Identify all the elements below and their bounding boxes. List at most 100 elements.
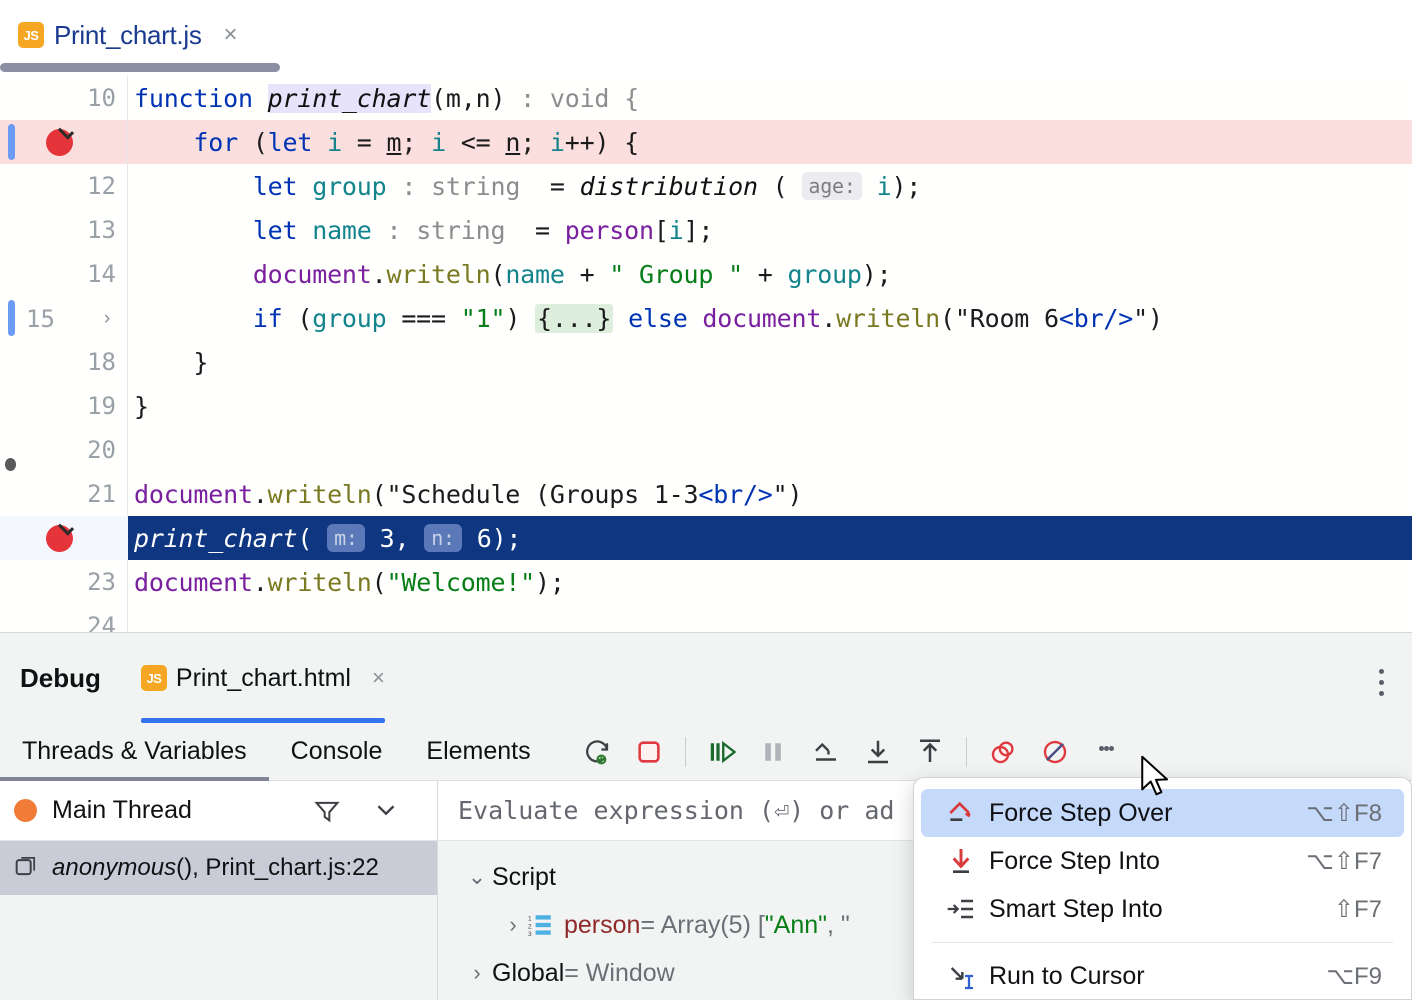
editor-tab-print-chart-js[interactable]: JS Print_chart.js × — [18, 0, 238, 70]
folded-block[interactable]: {...} — [535, 304, 613, 333]
pause-program-icon[interactable] — [748, 726, 800, 778]
sp — [297, 172, 312, 201]
dot: . — [372, 260, 387, 289]
gutter-19[interactable]: 19 — [0, 384, 128, 428]
chevron-right-icon[interactable]: › — [462, 960, 492, 986]
gutter-14[interactable]: 14 — [0, 252, 128, 296]
token-semi: ; — [401, 128, 431, 157]
code-line-20[interactable]: 20 — [0, 428, 1412, 472]
mute-breakpoints-icon[interactable] — [977, 726, 1029, 778]
thread-status-icon — [14, 799, 37, 822]
op: ( — [372, 568, 387, 597]
code-line-23[interactable]: 23 document.writeln("Welcome!"); — [0, 560, 1412, 604]
code-line-24[interactable]: 24 — [0, 604, 1412, 632]
token-string-one: "1" — [461, 304, 506, 333]
gutter-23[interactable]: 23 — [0, 560, 128, 604]
tab-threads-variables[interactable]: Threads & Variables — [0, 723, 269, 780]
cp: ); — [862, 260, 892, 289]
filter-icon[interactable] — [313, 797, 341, 830]
chevron-down-icon[interactable] — [371, 795, 401, 830]
frame-icon — [12, 852, 40, 885]
token-close-brace: } — [134, 392, 149, 421]
breakpoint-verified-icon[interactable] — [46, 129, 73, 156]
code-line-11[interactable]: for (let i = m; i <= n; i++) { — [0, 120, 1412, 164]
step-out-icon[interactable] — [904, 726, 956, 778]
gutter-20[interactable]: 20 — [0, 428, 128, 472]
token-let-keyword: let — [253, 216, 298, 245]
token-indent — [134, 260, 253, 289]
token-indent — [134, 172, 253, 201]
gutter-21[interactable]: 21 — [0, 472, 128, 516]
token-paren: ( — [238, 128, 268, 157]
code-line-12[interactable]: 12 let group : string = distribution ( a… — [0, 164, 1412, 208]
breakpoint-verified-icon[interactable] — [46, 525, 73, 552]
code-line-21[interactable]: 21 document.writeln("Schedule (Groups 1-… — [0, 472, 1412, 516]
menu-item-force-step-into[interactable]: Force Step Into ⌥⇧F7 — [921, 837, 1404, 885]
resume-program-icon[interactable] — [696, 726, 748, 778]
gutter-separator — [127, 428, 128, 472]
op: ( — [372, 480, 387, 509]
token-type-string: string — [431, 172, 520, 201]
token-string-room: "Room 6 — [955, 304, 1059, 333]
stop-icon[interactable] — [623, 726, 675, 778]
view-breakpoints-icon[interactable] — [1029, 726, 1081, 778]
gutter-24[interactable]: 24 — [0, 604, 128, 632]
token-return-type: : void { — [505, 84, 639, 113]
debug-session-tab[interactable]: JS Print_chart.html × — [141, 633, 385, 723]
code-line-13[interactable]: 13 let name : string = person[i]; — [0, 208, 1412, 252]
toolbar-separator — [966, 737, 967, 767]
chevron-down-icon[interactable]: ⌄ — [462, 864, 492, 890]
gutter-15[interactable]: 15 › — [0, 296, 128, 340]
code-line-10[interactable]: 10 function print_chart(m,n) : void { — [0, 76, 1412, 120]
tab-elements[interactable]: Elements — [404, 723, 552, 780]
force-step-into-icon — [945, 845, 989, 877]
more-options-button[interactable] — [1081, 726, 1133, 778]
variable-value-prefix: = Array(5) [ — [640, 911, 764, 940]
token-colon: : — [387, 172, 432, 201]
code-text-13: let name : string = person[i]; — [128, 208, 1412, 252]
line-number: 18 — [87, 348, 116, 376]
js-file-icon: JS — [141, 665, 167, 691]
thread-selector[interactable]: Main Thread — [0, 781, 437, 841]
fold-expand-icon[interactable]: › — [104, 308, 110, 330]
code-editor[interactable]: 10 function print_chart(m,n) : void { fo… — [0, 76, 1412, 632]
close-icon[interactable]: × — [224, 23, 238, 47]
variable-value-tail: , " — [827, 911, 850, 940]
chevron-right-icon[interactable]: › — [498, 912, 528, 938]
code-line-14[interactable]: 14 document.writeln(name + " Group " + g… — [0, 252, 1412, 296]
step-over-icon[interactable] — [800, 726, 852, 778]
token-function-name: print_chart — [268, 84, 431, 113]
rerun-debug-icon[interactable] — [571, 726, 623, 778]
token-print-chart-call: print_chart — [134, 524, 297, 553]
token-let-keyword: let — [253, 172, 298, 201]
token-colon: : — [372, 216, 417, 245]
code-text-23: document.writeln("Welcome!"); — [128, 560, 1412, 604]
gutter-22[interactable] — [0, 516, 128, 560]
code-line-15[interactable]: 15 › if (group === "1") {...} else docum… — [0, 296, 1412, 340]
op2: ( — [940, 304, 955, 333]
plus2: + — [743, 260, 788, 289]
menu-item-run-to-cursor[interactable]: Run to Cursor ⌥F9 — [921, 952, 1404, 1000]
code-line-22[interactable]: print_chart( m: 3, n: 6); — [0, 516, 1412, 560]
tab-console[interactable]: Console — [269, 723, 405, 780]
gutter-10[interactable]: 10 — [0, 76, 128, 120]
debug-actions — [571, 726, 1133, 778]
step-into-icon[interactable] — [852, 726, 904, 778]
code-text-21: document.writeln("Schedule (Groups 1-3<b… — [128, 472, 1412, 516]
stack-frame-row[interactable]: anonymous(), Print_chart.js:22 — [0, 841, 437, 895]
variable-name: Script — [492, 863, 556, 892]
gutter-12[interactable]: 12 — [0, 164, 128, 208]
breakpoint-hint-icon[interactable] — [5, 458, 16, 471]
js-file-icon: JS — [18, 22, 44, 48]
code-line-19[interactable]: 19 } — [0, 384, 1412, 428]
close-icon[interactable]: × — [372, 667, 385, 689]
editor-horizontal-scrollbar-thumb[interactable] — [0, 63, 280, 72]
token-indent — [134, 304, 253, 333]
gutter-11[interactable] — [0, 120, 128, 164]
more-options-button[interactable] — [1379, 669, 1384, 702]
menu-item-smart-step-into[interactable]: Smart Step Into ⇧F7 — [921, 885, 1404, 933]
gutter-13[interactable]: 13 — [0, 208, 128, 252]
gutter-separator — [127, 384, 128, 428]
gutter-18[interactable]: 18 — [0, 340, 128, 384]
code-line-18[interactable]: 18 } — [0, 340, 1412, 384]
